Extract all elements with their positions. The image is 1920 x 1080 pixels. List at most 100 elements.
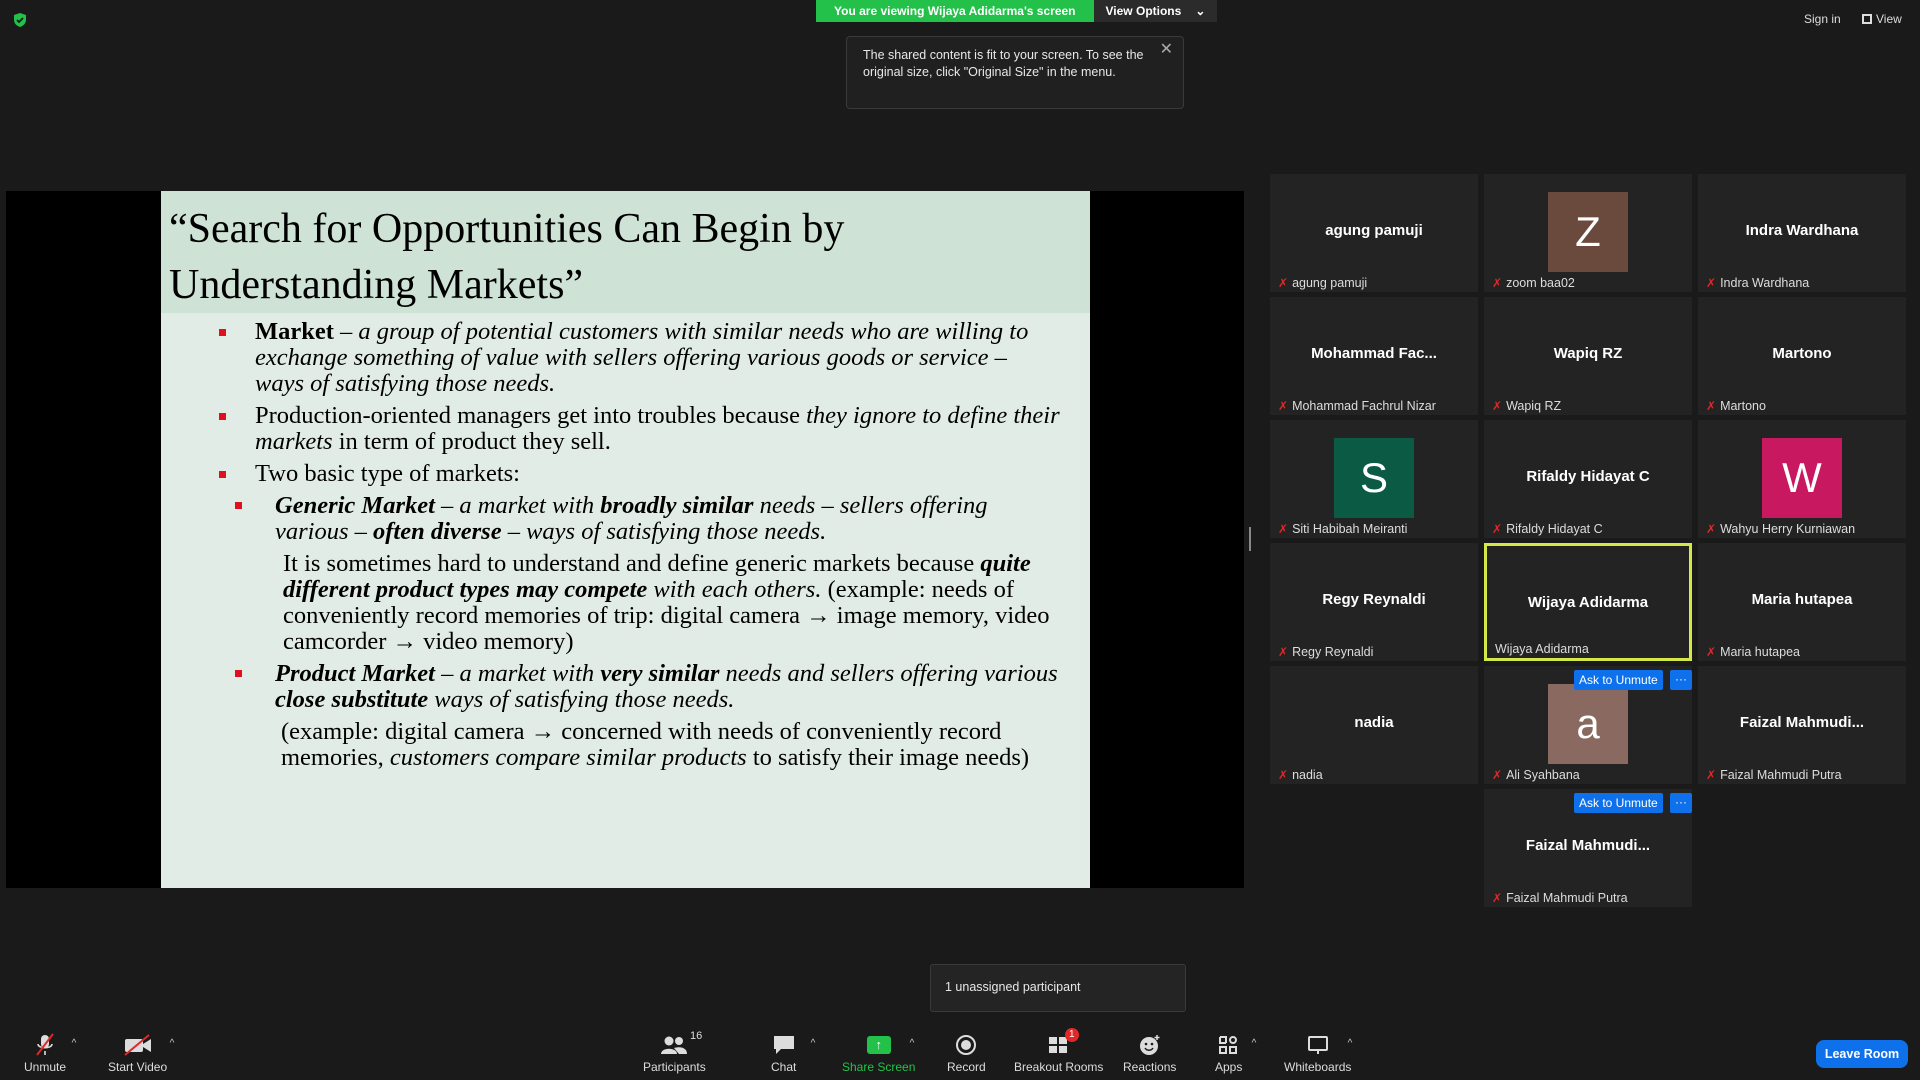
avatar: W xyxy=(1762,438,1842,518)
start-video-button[interactable]: Start Video xyxy=(108,1030,167,1074)
participant-label: ✗ Rifaldy Hidayat C xyxy=(1492,522,1603,536)
italic-text: customers compare similar products xyxy=(389,744,747,771)
participant-label: ✗ Faizal Mahmudi Putra xyxy=(1492,891,1628,905)
participant-tile[interactable]: Z ✗ zoom baa02 xyxy=(1484,174,1692,292)
unmute-button[interactable]: Unmute xyxy=(24,1030,66,1074)
close-icon[interactable]: ✕ xyxy=(1160,41,1173,58)
muted-mic-icon: ✗ xyxy=(1492,891,1503,905)
muted-mic-icon: ✗ xyxy=(1278,276,1289,290)
bold-text: close substitute xyxy=(275,686,429,713)
participant-label: ✗ agung pamuji xyxy=(1278,276,1367,290)
generic-explanation: It is sometimes hard to understand and d… xyxy=(283,551,1060,655)
bullet-definition: – a group of potential customers with si… xyxy=(255,318,1029,397)
participant-tile[interactable]: agung pamuji ✗ agung pamuji xyxy=(1270,174,1478,292)
participant-tile[interactable]: Wapiq RZ ✗ Wapiq RZ xyxy=(1484,297,1692,415)
slide-body: Market – a group of potential customers … xyxy=(161,313,1090,771)
participant-name-label: Indra Wardhana xyxy=(1720,276,1810,290)
meeting-toolbar: Unmute ^ Start Video ^ Participants 16 C… xyxy=(0,1020,1920,1080)
participant-label: ✗ Mohammad Fachrul Nizar xyxy=(1278,399,1436,413)
chevron-up-icon: ^ xyxy=(1251,1038,1257,1049)
participant-display-name: Martono xyxy=(1772,345,1832,362)
participants-count: 16 xyxy=(690,1030,703,1042)
muted-mic-icon: ✗ xyxy=(1278,522,1289,536)
bullet-text: Production-oriented managers get into tr… xyxy=(255,402,807,429)
muted-mic-icon: ✗ xyxy=(1278,768,1289,782)
participant-tile[interactable]: Mohammad Fac... ✗ Mohammad Fachrul Nizar xyxy=(1270,297,1478,415)
participant-display-name: Wijaya Adidarma xyxy=(1527,594,1649,611)
apps-button[interactable]: Apps xyxy=(1215,1030,1242,1074)
participants-label: Participants xyxy=(643,1060,706,1074)
ask-to-unmute-button[interactable]: Ask to Unmute xyxy=(1574,670,1663,690)
muted-mic-icon xyxy=(33,1030,57,1060)
bullet-production: Production-oriented managers get into tr… xyxy=(219,403,1060,455)
participant-tile[interactable]: W ✗ Wahyu Herry Kurniawan xyxy=(1698,420,1906,538)
participant-display-name: Wapiq RZ xyxy=(1553,345,1623,362)
italic-text: with each xyxy=(647,576,755,603)
sign-in-link[interactable]: Sign in xyxy=(1804,12,1841,26)
participant-name-label: Wijaya Adidarma xyxy=(1495,642,1589,656)
participant-tile[interactable]: nadia ✗ nadia xyxy=(1270,666,1478,784)
view-label: View xyxy=(1876,12,1902,26)
share-screen-button[interactable]: ↑ Share Screen xyxy=(842,1030,915,1074)
fit-screen-tooltip: The shared content is fit to your screen… xyxy=(846,36,1184,109)
chevron-up-icon: ^ xyxy=(1347,1038,1353,1049)
apps-icon xyxy=(1217,1030,1241,1060)
muted-mic-icon: ✗ xyxy=(1706,399,1717,413)
participant-tile[interactable]: Indra Wardhana ✗ Indra Wardhana xyxy=(1698,174,1906,292)
view-button[interactable]: View xyxy=(1862,12,1902,26)
term: Product Market xyxy=(275,660,435,687)
participant-label: ✗ nadia xyxy=(1278,768,1323,782)
participant-tile[interactable]: Martono ✗ Martono xyxy=(1698,297,1906,415)
slide-title: “Search for Opportunities Can Begin by U… xyxy=(161,191,1090,313)
participant-label: Wijaya Adidarma xyxy=(1495,642,1589,656)
participant-label: ✗ Faizal Mahmudi Putra xyxy=(1706,768,1842,782)
avatar: a xyxy=(1548,684,1628,764)
muted-mic-icon: ✗ xyxy=(1706,645,1717,659)
leave-room-button[interactable]: Leave Room xyxy=(1816,1040,1908,1068)
sub-bullet-product: Product Market – a market with very simi… xyxy=(235,661,1060,713)
ask-to-unmute-button[interactable]: Ask to Unmute xyxy=(1574,793,1663,813)
text: ways of satisfying those needs. xyxy=(428,686,735,713)
italic-text: others. xyxy=(754,576,822,603)
muted-mic-icon: ✗ xyxy=(1278,645,1289,659)
participant-display-name: Faizal Mahmudi... xyxy=(1739,714,1865,731)
participant-display-name: Rifaldy Hidayat C xyxy=(1526,468,1650,485)
participant-tile[interactable]: Maria hutapea ✗ Maria hutapea xyxy=(1698,543,1906,661)
muted-mic-icon: ✗ xyxy=(1278,399,1289,413)
more-options-icon[interactable]: ··· xyxy=(1670,670,1692,690)
participant-tile[interactable]: Wijaya Adidarma Wijaya Adidarma xyxy=(1484,543,1692,661)
participant-label: ✗ Regy Reynaldi xyxy=(1278,645,1373,659)
share-screen-icon: ↑ xyxy=(866,1030,891,1060)
participant-name-label: Rifaldy Hidayat C xyxy=(1506,522,1603,536)
participant-display-name: Indra Wardhana xyxy=(1745,222,1859,239)
participant-name-label: Regy Reynaldi xyxy=(1292,645,1374,659)
breakout-rooms-button[interactable]: Breakout Rooms xyxy=(1014,1030,1103,1074)
viewing-text: You are viewing Wijaya Adidarma's screen xyxy=(816,0,1094,22)
participant-label: ✗ Wapiq RZ xyxy=(1492,399,1561,413)
view-options-button[interactable]: View Options ⌄ xyxy=(1093,0,1218,22)
participant-name-label: zoom baa02 xyxy=(1506,276,1575,290)
participant-tile[interactable]: Faizal Mahmudi... ✗ Faizal Mahmudi Putra xyxy=(1698,666,1906,784)
text: needs and sellers offering various xyxy=(719,660,1058,687)
participant-tile[interactable]: S ✗ Siti Habibah Meiranti xyxy=(1270,420,1478,538)
text: It is sometimes hard to understand and d… xyxy=(283,550,981,577)
participant-tile[interactable]: Rifaldy Hidayat C ✗ Rifaldy Hidayat C xyxy=(1484,420,1692,538)
reactions-button[interactable]: Reactions xyxy=(1123,1030,1176,1074)
term: Generic Market xyxy=(275,492,435,519)
unmute-label: Unmute xyxy=(24,1060,67,1074)
chevron-up-icon: ^ xyxy=(810,1038,816,1049)
avatar: Z xyxy=(1548,192,1628,272)
more-options-icon[interactable]: ··· xyxy=(1670,793,1692,813)
whiteboards-button[interactable]: Whiteboards xyxy=(1284,1030,1351,1074)
muted-mic-icon: ✗ xyxy=(1492,276,1503,290)
chat-button[interactable]: Chat xyxy=(771,1030,796,1074)
participant-tile[interactable]: Regy Reynaldi ✗ Regy Reynaldi xyxy=(1270,543,1478,661)
record-button[interactable]: Record xyxy=(947,1030,986,1074)
tooltip-text: The shared content is fit to your screen… xyxy=(863,48,1144,79)
split-divider-handle[interactable] xyxy=(1249,527,1251,551)
participant-display-name: Mohammad Fac... xyxy=(1311,345,1437,362)
video-off-icon xyxy=(123,1030,153,1060)
muted-mic-icon: ✗ xyxy=(1492,768,1503,782)
participant-display-name: Maria hutapea xyxy=(1751,591,1853,608)
text: – a market with xyxy=(434,492,601,519)
